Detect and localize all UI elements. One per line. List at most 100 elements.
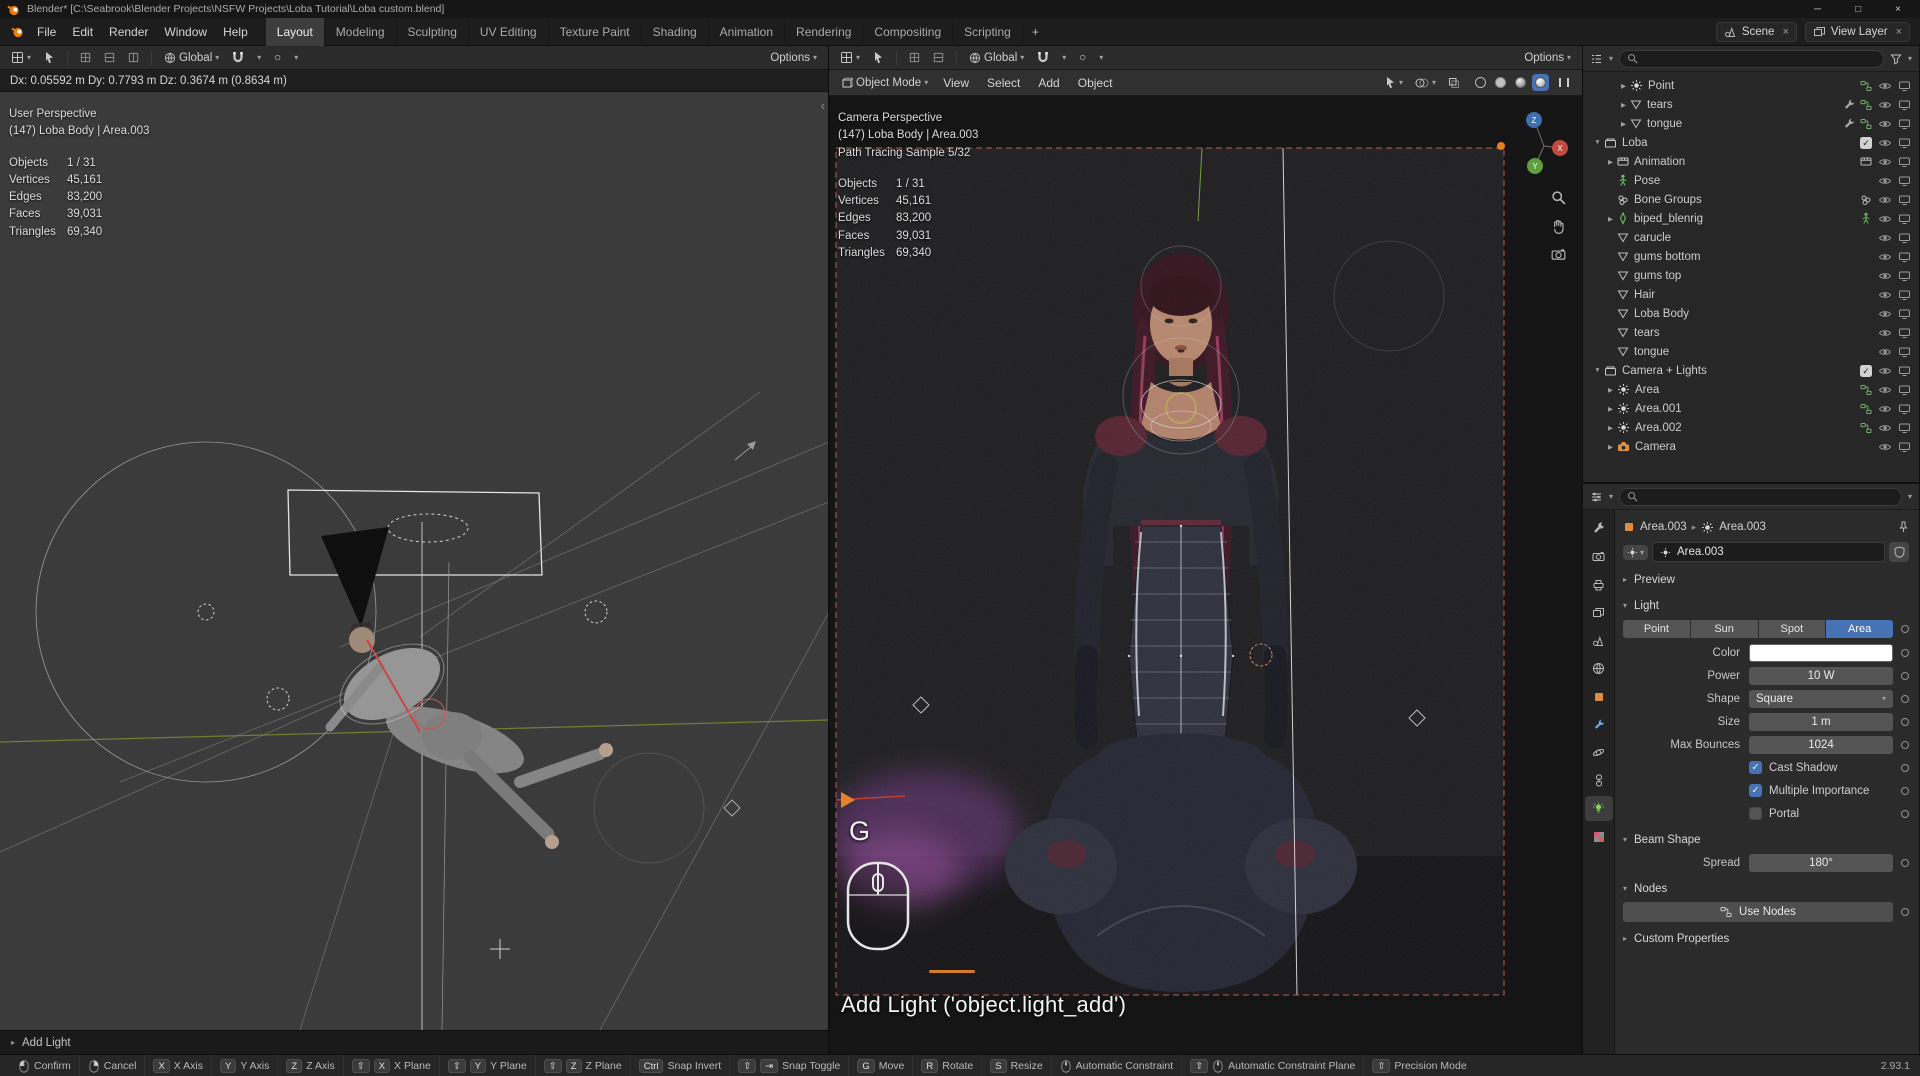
shading-material-button[interactable] [1512, 74, 1529, 91]
outliner-item-label[interactable]: Area.001 [1635, 403, 1682, 415]
snap-toggle-button[interactable] [1033, 50, 1053, 65]
left-3d-canvas[interactable]: User Perspective (147) Loba Body | Area.… [0, 92, 828, 1030]
animate-dot[interactable] [1893, 672, 1909, 680]
workspace-tab-sculpting[interactable]: Sculpting [397, 18, 469, 46]
light-type-sun[interactable]: Sun [1691, 620, 1758, 638]
proportional-editing-button[interactable]: ○ [270, 57, 285, 59]
editor-type-chevron-icon[interactable]: ▾ [1609, 54, 1613, 63]
options-dropdown[interactable]: Options▾ [766, 51, 821, 65]
outliner-item-label[interactable]: Hair [1634, 289, 1655, 301]
menu-edit[interactable]: Edit [64, 21, 101, 43]
overlays-dropdown[interactable]: ▾ [1411, 76, 1440, 90]
properties-tab-tool[interactable] [1585, 516, 1613, 541]
outliner-item-label[interactable]: Camera + Lights [1622, 365, 1707, 377]
workspace-tab-shading[interactable]: Shading [642, 18, 709, 46]
blender-menu-icon[interactable] [6, 25, 29, 38]
properties-filter-chevron-icon[interactable]: ▾ [1908, 492, 1912, 501]
outliner-item-label[interactable]: gums top [1634, 270, 1681, 282]
breadcrumb-data[interactable]: Area.003 [1719, 521, 1766, 533]
fake-user-button[interactable] [1889, 542, 1909, 562]
disclosure-icon[interactable]: ▶ [1604, 386, 1617, 394]
editor-type-chevron-icon[interactable]: ▾ [1609, 492, 1613, 501]
outliner-row[interactable]: Hair [1583, 285, 1919, 304]
shading-wireframe-button[interactable] [1472, 74, 1489, 91]
disclosure-icon[interactable]: ▼ [1591, 139, 1604, 146]
options-dropdown[interactable]: Options▾ [1520, 51, 1575, 65]
xray-toggle[interactable] [1444, 76, 1464, 90]
properties-search-input[interactable] [1643, 491, 1894, 503]
shading-solid-button[interactable] [1492, 74, 1509, 91]
outliner-row[interactable]: tears [1583, 323, 1919, 342]
animate-dot[interactable] [1893, 741, 1909, 749]
field-power[interactable]: 10 W [1749, 667, 1893, 685]
disclosure-icon[interactable]: ▶ [1617, 101, 1630, 109]
light-type-area[interactable]: Area [1826, 620, 1893, 638]
workspace-tab-texture-paint[interactable]: Texture Paint [549, 18, 642, 46]
animate-dot[interactable] [1893, 908, 1909, 916]
select-mode-button-1[interactable] [76, 51, 95, 64]
animate-dot[interactable] [1893, 859, 1909, 867]
outliner-row[interactable]: ▶ tears [1583, 95, 1919, 114]
active-tool-button[interactable] [869, 50, 888, 65]
data-name-field[interactable]: Area.003 [1652, 542, 1885, 562]
panel-light[interactable]: ▾Light [1623, 594, 1909, 617]
properties-tab-modifiers[interactable] [1585, 712, 1613, 737]
select-mode-button-2[interactable] [100, 51, 119, 64]
checkbox-portal[interactable] [1749, 807, 1762, 820]
transform-orientation-dropdown[interactable]: Global▾ [160, 51, 223, 65]
redo-panel[interactable]: ▸ Add Light [0, 1030, 828, 1054]
workspace-tab-rendering[interactable]: Rendering [785, 18, 863, 46]
field-max-bounces[interactable]: 1024 [1749, 736, 1893, 754]
light-type-spot[interactable]: Spot [1759, 620, 1826, 638]
outliner-row[interactable]: Bone Groups [1583, 190, 1919, 209]
select-mode-button-1[interactable] [905, 51, 924, 64]
properties-tab-output[interactable] [1585, 572, 1613, 597]
properties-editor-icon[interactable] [1590, 491, 1603, 503]
outliner-search[interactable] [1619, 50, 1884, 68]
outliner-item-label[interactable]: Area [1635, 384, 1659, 396]
outliner-item-label[interactable]: tears [1634, 327, 1660, 339]
proportional-editing-button[interactable]: ○ [1075, 57, 1090, 59]
editor-type-button[interactable]: ▾ [836, 50, 864, 65]
outliner-row[interactable]: carucle [1583, 228, 1919, 247]
panel-custom-properties[interactable]: ▸Custom Properties [1623, 927, 1909, 950]
field-size[interactable]: 1 m [1749, 713, 1893, 731]
checkbox-multiple-importance[interactable]: ✓ [1749, 784, 1762, 797]
menu-select[interactable]: Select [980, 73, 1027, 93]
outliner-item-label[interactable]: tears [1647, 99, 1673, 111]
disclosure-icon[interactable]: ▶ [1604, 405, 1617, 413]
menu-file[interactable]: File [29, 21, 64, 43]
outliner-row[interactable]: ▶Area.002 [1583, 418, 1919, 437]
color-swatch[interactable] [1749, 644, 1893, 662]
outliner-row[interactable]: gums top [1583, 266, 1919, 285]
right-3d-canvas[interactable]: Camera Perspective (147) Loba Body | Are… [829, 96, 1582, 1054]
select-mode-button-2[interactable] [929, 51, 948, 64]
camera-view-icon[interactable] [1551, 248, 1566, 261]
disclosure-icon[interactable]: ▶ [1604, 158, 1617, 166]
dropdown-shape[interactable]: Square▾ [1749, 690, 1893, 708]
gizmo-dropdown[interactable]: ▾ [1381, 75, 1407, 90]
properties-tab-view-layer[interactable] [1585, 600, 1613, 625]
light-type-point[interactable]: Point [1623, 620, 1690, 638]
outliner-item-label[interactable]: biped_blenrig [1634, 213, 1703, 225]
collection-checkbox[interactable]: ✓ [1860, 365, 1872, 377]
outliner-row[interactable]: ▼Camera + Lights✓ [1583, 361, 1919, 380]
outliner-row[interactable]: ▶ Area.001 [1583, 399, 1919, 418]
workspace-tab-uv-editing[interactable]: UV Editing [469, 18, 549, 46]
snap-toggle-button[interactable] [228, 50, 248, 65]
outliner-row[interactable]: ▶biped_blenrig [1583, 209, 1919, 228]
sidebar-toggle-icon[interactable]: ‹ [821, 98, 825, 113]
outliner-row[interactable]: ▶Point [1583, 76, 1919, 95]
workspace-tab-scripting[interactable]: Scripting [953, 18, 1023, 46]
scene-selector[interactable]: Scene × [1716, 22, 1797, 42]
transform-orientation-dropdown[interactable]: Global▾ [965, 51, 1028, 65]
outliner-item-label[interactable]: Area.002 [1635, 422, 1682, 434]
filter-chevron-icon[interactable]: ▾ [1908, 54, 1912, 63]
active-tool-button[interactable] [40, 50, 59, 65]
maximize-button[interactable]: □ [1855, 4, 1861, 15]
outliner-item-label[interactable]: Pose [1634, 175, 1660, 187]
outliner-row[interactable]: Pose [1583, 171, 1919, 190]
outliner-search-input[interactable] [1643, 53, 1876, 65]
outliner-item-label[interactable]: Loba Body [1634, 308, 1689, 320]
mode-dropdown[interactable]: Object Mode▾ [837, 76, 932, 90]
